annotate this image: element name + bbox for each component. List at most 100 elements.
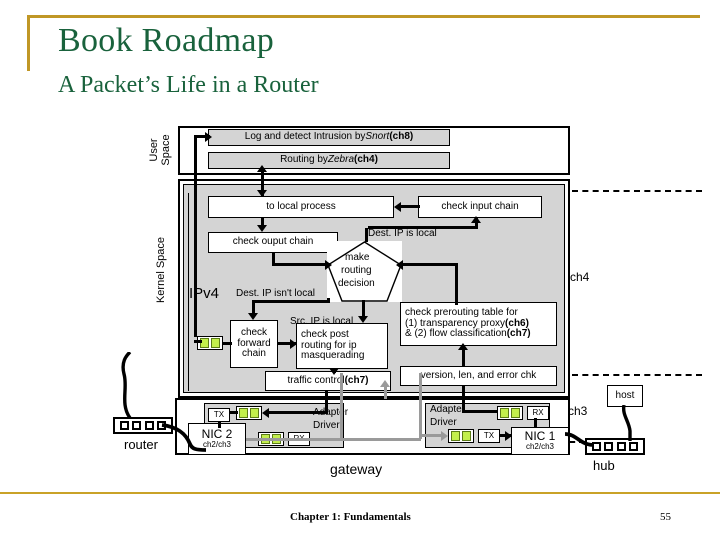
- conn-dest-local-vert: [365, 228, 368, 242]
- conn-input-to-local: [400, 205, 420, 208]
- greypath-vert-2: [419, 373, 422, 439]
- conn-led-to-forward: [222, 342, 232, 345]
- greypath-nic2-h: [246, 438, 421, 441]
- led-lamp: [250, 408, 259, 418]
- arrowhead-greypath-right: [441, 431, 448, 441]
- postrouting-l1: check post: [301, 328, 349, 340]
- box-check-prerouting-table: check prerouting table for (1) transpare…: [400, 302, 557, 346]
- box-check-forward-chain: check forward chain: [230, 320, 278, 368]
- snort-chapter: (ch8): [389, 131, 414, 143]
- snort-italic: Snort: [365, 131, 390, 143]
- nic1-box: NIC 1 ch2/ch3: [511, 427, 569, 455]
- arrowhead-forward-to-post: [290, 339, 297, 349]
- nic1-sub: ch2/ch3: [525, 442, 555, 452]
- label-decision: decision: [338, 278, 375, 289]
- conn-traffic-to-tx-h: [268, 411, 328, 414]
- hub-port: [629, 442, 639, 451]
- arrowhead-greypath-up: [380, 380, 390, 387]
- conn-output-right: [272, 263, 330, 266]
- label-make: make: [345, 252, 370, 263]
- hub-label: hub: [593, 458, 615, 473]
- user-box-zebra: Routing by Zebra (ch4): [208, 152, 450, 169]
- hub-port: [604, 442, 614, 451]
- conn-version-to-rx-right: [462, 386, 465, 410]
- led-lamp: [500, 408, 509, 418]
- footer-rule: [0, 492, 720, 494]
- router-port: [132, 421, 142, 430]
- snort-pre: Log and detect Intrusion by: [244, 131, 366, 143]
- led-lamp: [462, 431, 471, 441]
- adapter-driver-right-l1: Adapter: [430, 404, 466, 415]
- arrowhead-tx-right-to-nic1: [505, 431, 512, 441]
- led-lamp: [451, 431, 460, 441]
- ipv4-frame-left: [188, 193, 189, 391]
- tx-left: TX: [208, 408, 230, 422]
- page-title: Book Roadmap: [58, 22, 275, 59]
- footer-page-number: 55: [660, 511, 671, 523]
- tx-right: TX: [478, 429, 500, 443]
- label-ch4: ch4: [570, 270, 590, 284]
- nic1-to-hub-cable: [565, 432, 595, 447]
- footer-chapter: Chapter 1: Fundamentals: [290, 511, 411, 523]
- arrowhead-pentagon-down: [358, 316, 368, 323]
- router-port: [119, 421, 129, 430]
- prerouting-l3: & (2) flow classification(ch7): [405, 328, 531, 340]
- greypath-up-to-kernel: [384, 385, 387, 399]
- conn-snort-bottom: [194, 340, 202, 343]
- title-accent-horizontal: [27, 15, 700, 18]
- conn-version-to-rx-right-h: [462, 410, 498, 413]
- arrowhead-zebra-down: [257, 190, 267, 197]
- led-lamp: [239, 408, 248, 418]
- conn-input-bottom-h: [368, 226, 478, 229]
- router-port: [144, 421, 154, 430]
- led-indicator-left-tx: [236, 406, 262, 420]
- arrowhead-zebra-up: [257, 165, 267, 172]
- arrowhead-input-bottom-up: [471, 216, 481, 223]
- arrowhead-snort-right: [205, 132, 212, 142]
- forward-l3: chain: [242, 348, 266, 360]
- dash-separator-ch4-top: [572, 190, 702, 192]
- conn-tx-to-nic2: [218, 422, 221, 428]
- conn-traffic-to-tx-v: [325, 391, 328, 413]
- arrowhead-traffic-to-tx: [262, 408, 269, 418]
- conn-prerouting-left: [402, 263, 457, 266]
- box-version-len-error: version, len, and error chk: [400, 366, 557, 386]
- zebra-pre: Routing by: [280, 154, 328, 166]
- router-label: router: [124, 437, 158, 452]
- conn-dest-notlocal-v1: [327, 298, 330, 302]
- kernel-space-label: Kernel Space: [155, 236, 167, 304]
- conn-tx-left-stub: [230, 411, 238, 414]
- user-space-label: User Space: [148, 134, 172, 166]
- zebra-italic: Zebra: [327, 154, 355, 166]
- adapter-driver-right-l2: Driver: [430, 417, 457, 428]
- hub-port: [616, 442, 626, 451]
- arrowhead-version-to-prerouting: [458, 343, 468, 350]
- host-box: host: [607, 385, 643, 407]
- gateway-label: gateway: [330, 461, 383, 477]
- arrowhead-output-to-pentagon: [325, 260, 332, 270]
- led-lamp: [511, 408, 520, 418]
- led-indicator-ipv4: [197, 336, 223, 350]
- arrowhead-prerouting-to-pentagon: [396, 260, 403, 270]
- arrowhead-local-to-output: [257, 225, 267, 232]
- label-dest-ip-isnt-local: Dest. IP isn't local: [236, 288, 315, 299]
- page-subtitle: A Packet’s Life in a Router: [58, 72, 319, 98]
- conn-prerouting-up: [455, 263, 458, 305]
- conn-dest-notlocal-h: [252, 300, 330, 303]
- router-cable-to-nic2: [161, 423, 207, 452]
- router-cable-up: [121, 352, 132, 419]
- label-routing: routing: [341, 265, 372, 276]
- rx-right: RX: [527, 406, 549, 420]
- led-indicator-right-rx: [497, 406, 523, 420]
- user-box-snort: Log and detect Intrusion by Snort (ch8): [208, 129, 450, 146]
- conn-nic1-to-rx: [534, 418, 537, 428]
- box-traffic-control: traffic control (ch7): [265, 371, 391, 391]
- led-lamp: [211, 338, 220, 348]
- box-check-ouput-chain: check ouput chain: [208, 232, 338, 253]
- adapter-driver-left-l2: Driver: [313, 420, 340, 431]
- greypath-vert-1: [340, 373, 343, 439]
- dash-separator-ch4-bottom: [572, 374, 702, 376]
- conn-snort-vertical: [194, 137, 197, 337]
- label-ch3: ch3: [568, 404, 588, 418]
- label-dest-ip-is-local: Dest. IP is local: [368, 228, 437, 239]
